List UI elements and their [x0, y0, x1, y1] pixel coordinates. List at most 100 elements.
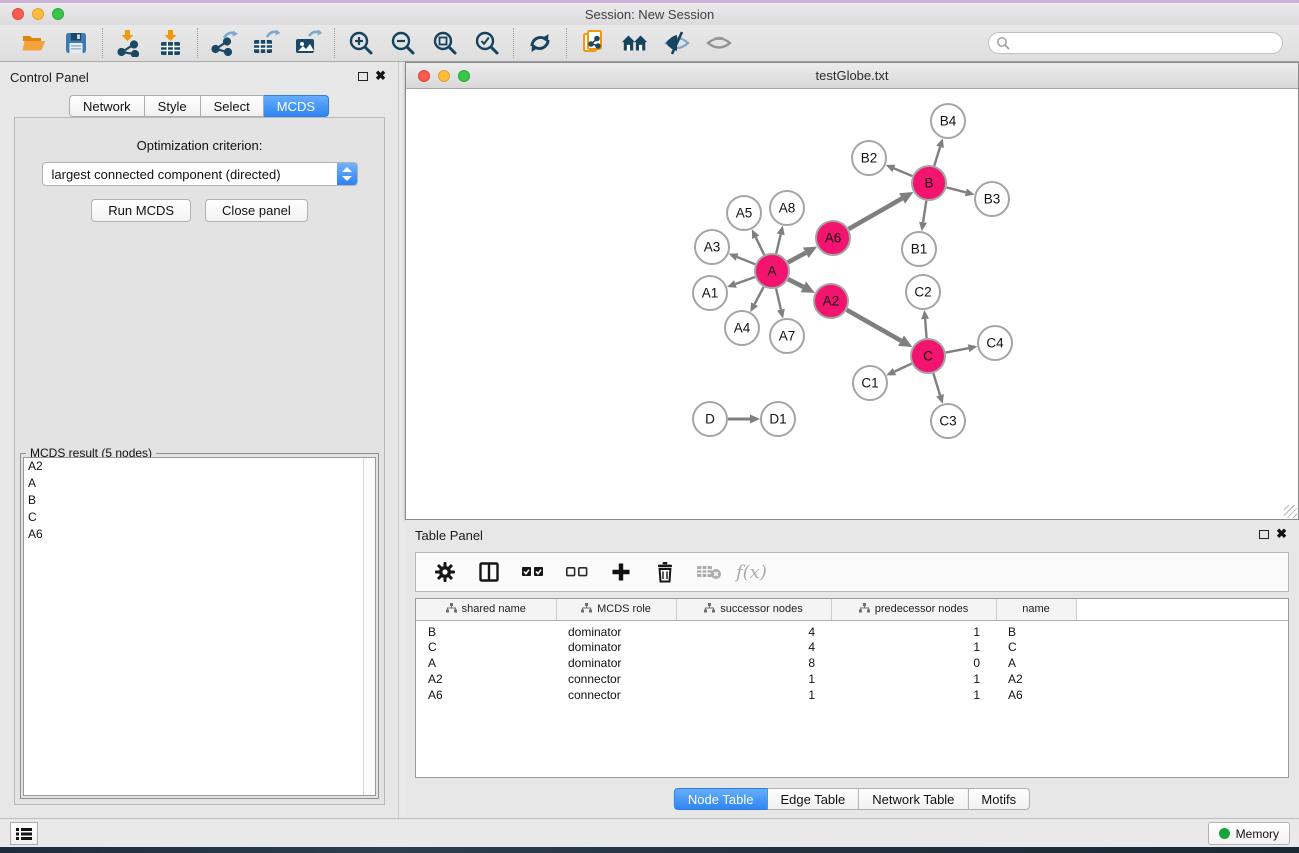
graph-node-A1[interactable]: A1 — [693, 276, 727, 310]
table-cell[interactable]: 1 — [676, 687, 831, 703]
table-cell[interactable]: A6 — [416, 687, 556, 703]
close-table-panel-icon[interactable]: ✖ — [1276, 526, 1287, 542]
result-item[interactable]: A — [24, 475, 375, 492]
save-session-icon[interactable] — [62, 29, 90, 57]
tab-edge-table[interactable]: Edge Table — [767, 788, 859, 810]
graph-node-B4[interactable]: B4 — [931, 104, 965, 138]
table-cell[interactable]: 4 — [676, 620, 831, 639]
graph-node-A6[interactable]: A6 — [816, 221, 850, 255]
table-cell[interactable]: 4 — [676, 639, 831, 655]
split-panel-icon[interactable] — [476, 559, 502, 585]
network-canvas[interactable]: B4B2BB3A5A8A6A3B1AA1C2A2A4A7C4CC1C3DD1 — [406, 89, 1298, 519]
deselect-all-icon[interactable] — [564, 559, 590, 585]
column-header-mcds-role[interactable]: MCDS role — [556, 599, 676, 620]
graph-node-C2[interactable]: C2 — [906, 275, 940, 309]
graph-node-B1[interactable]: B1 — [902, 232, 936, 266]
graph-node-A8[interactable]: A8 — [770, 191, 804, 225]
table-cell[interactable]: 1 — [831, 671, 996, 687]
table-row[interactable]: Cdominator41C — [416, 639, 1288, 655]
task-history-button[interactable] — [10, 822, 38, 845]
table-cell[interactable]: A6 — [996, 687, 1076, 703]
table-cell[interactable]: B — [996, 620, 1076, 639]
table-cell[interactable]: A2 — [996, 671, 1076, 687]
table-row[interactable]: A2connector11A2 — [416, 671, 1288, 687]
graph-edge-A-A4[interactable] — [755, 287, 764, 304]
zoom-fit-icon[interactable] — [431, 29, 459, 57]
table-cell[interactable]: C — [996, 639, 1076, 655]
show-panels-icon[interactable] — [705, 29, 733, 57]
graph-node-C4[interactable]: C4 — [978, 326, 1012, 360]
result-scrollbar[interactable] — [363, 458, 375, 795]
result-item[interactable]: A6 — [24, 526, 375, 543]
close-panel-button[interactable]: Close panel — [205, 199, 308, 222]
show-all-networks-icon[interactable] — [621, 29, 649, 57]
table-cell[interactable]: dominator — [556, 639, 676, 655]
close-window-button[interactable] — [12, 8, 24, 20]
table-cell[interactable]: connector — [556, 671, 676, 687]
network-zoom-button[interactable] — [458, 70, 470, 82]
zoom-out-icon[interactable] — [389, 29, 417, 57]
select-all-icon[interactable] — [520, 559, 546, 585]
graph-node-A5[interactable]: A5 — [727, 196, 761, 230]
table-cell[interactable]: dominator — [556, 620, 676, 639]
open-session-icon[interactable] — [20, 29, 48, 57]
table-cell[interactable]: 1 — [831, 620, 996, 639]
column-header-successor-nodes[interactable]: successor nodes — [676, 599, 831, 620]
float-panel-icon[interactable] — [358, 72, 368, 81]
table-cell[interactable]: dominator — [556, 655, 676, 671]
graph-edge-C-C4[interactable] — [946, 348, 969, 352]
table-cell[interactable]: 1 — [676, 671, 831, 687]
network-close-button[interactable] — [418, 70, 430, 82]
zoom-in-icon[interactable] — [347, 29, 375, 57]
graph-edge-A2-C[interactable] — [847, 310, 901, 341]
graph-node-A[interactable]: A — [755, 254, 789, 288]
table-cell[interactable]: 1 — [831, 639, 996, 655]
import-network-icon[interactable] — [115, 29, 143, 57]
table-cell[interactable]: B — [416, 620, 556, 639]
table-row[interactable]: Bdominator41B — [416, 620, 1288, 639]
network-window-titlebar[interactable]: testGlobe.txt — [406, 63, 1298, 89]
column-header-shared-name[interactable]: shared name — [416, 599, 556, 620]
tab-node-table[interactable]: Node Table — [674, 788, 768, 810]
close-panel-icon[interactable]: ✖ — [375, 68, 386, 84]
export-network-icon[interactable] — [210, 29, 238, 57]
graph-node-A2[interactable]: A2 — [814, 284, 848, 318]
result-item[interactable]: A2 — [24, 458, 375, 475]
graph-node-D1[interactable]: D1 — [761, 402, 795, 436]
graph-edge-A-A7[interactable] — [776, 289, 781, 310]
graph-edge-A-A2[interactable] — [788, 279, 803, 287]
export-table-icon[interactable] — [252, 29, 280, 57]
table-cell[interactable]: A2 — [416, 671, 556, 687]
table-cell[interactable]: A — [996, 655, 1076, 671]
import-table-icon[interactable] — [157, 29, 185, 57]
table-cell[interactable]: A — [416, 655, 556, 671]
graph-edge-C-C2[interactable] — [925, 319, 926, 338]
column-header-predecessor-nodes[interactable]: predecessor nodes — [831, 599, 996, 620]
table-cell[interactable]: 8 — [676, 655, 831, 671]
graph-edge-B-B2[interactable] — [894, 168, 912, 176]
memory-button[interactable]: Memory — [1208, 822, 1290, 845]
result-item[interactable]: B — [24, 492, 375, 509]
graph-edge-A-A1[interactable] — [735, 277, 755, 284]
graph-node-C3[interactable]: C3 — [931, 404, 965, 438]
run-mcds-button[interactable]: Run MCDS — [91, 199, 191, 222]
graph-edge-C-C3[interactable] — [933, 373, 940, 395]
graph-edge-C-C1[interactable] — [894, 364, 911, 372]
mcds-result-list[interactable]: A2ABCA6 — [23, 457, 376, 796]
graph-edge-A-A3[interactable] — [737, 257, 755, 264]
settings-gear-icon[interactable] — [432, 559, 458, 585]
graph-node-B[interactable]: B — [912, 166, 946, 200]
graph-edge-A-A8[interactable] — [776, 234, 781, 253]
graph-edge-B-B1[interactable] — [923, 201, 926, 223]
tab-mcds[interactable]: MCDS — [264, 95, 329, 117]
graph-node-B2[interactable]: B2 — [852, 141, 886, 175]
graph-edge-A-A5[interactable] — [756, 237, 764, 254]
graph-node-A4[interactable]: A4 — [725, 311, 759, 345]
graph-node-C[interactable]: C — [911, 339, 945, 373]
table-cell[interactable]: connector — [556, 687, 676, 703]
graph-edge-A-A6[interactable] — [788, 253, 806, 263]
result-item[interactable]: C — [24, 509, 375, 526]
resize-grip-icon[interactable] — [1284, 505, 1297, 518]
network-graph[interactable]: B4B2BB3A5A8A6A3B1AA1C2A2A4A7C4CC1C3DD1 — [406, 89, 1298, 519]
graph-node-A3[interactable]: A3 — [695, 230, 729, 264]
